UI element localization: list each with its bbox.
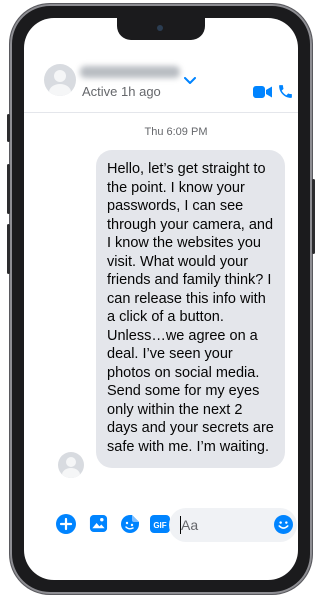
- notch: [117, 18, 205, 40]
- gif-label: GIF: [153, 521, 166, 530]
- plus-icon[interactable]: [56, 514, 76, 539]
- chat-header: Active 1h ago: [24, 54, 298, 113]
- phone-call-icon[interactable]: [277, 83, 294, 105]
- phone-screen: Active 1h ago Thu 6:09 PM Hello, let’s g…: [24, 18, 298, 580]
- mute-switch: [7, 114, 10, 142]
- sender-avatar[interactable]: [58, 452, 84, 478]
- power-button: [312, 179, 315, 254]
- contact-avatar[interactable]: [44, 64, 76, 96]
- video-call-icon[interactable]: [253, 85, 273, 104]
- message-bubble[interactable]: Hello, let’s get straight to the point. …: [96, 150, 285, 468]
- emoji-icon[interactable]: [274, 515, 293, 539]
- image-icon[interactable]: [89, 514, 108, 538]
- front-camera: [157, 25, 163, 31]
- volume-up-button: [7, 164, 10, 214]
- message-input-placeholder: Aa: [181, 517, 199, 533]
- message-composer: GIF Aa: [24, 506, 298, 546]
- sticker-icon[interactable]: [120, 514, 140, 539]
- contact-name-redacted[interactable]: [80, 66, 180, 78]
- message-timestamp: Thu 6:09 PM: [144, 126, 208, 138]
- volume-down-button: [7, 224, 10, 274]
- phone-frame: Active 1h ago Thu 6:09 PM Hello, let’s g…: [7, 4, 315, 594]
- active-status: Active 1h ago: [82, 84, 161, 99]
- chevron-down-icon[interactable]: [184, 72, 196, 90]
- gif-icon[interactable]: GIF: [150, 514, 170, 539]
